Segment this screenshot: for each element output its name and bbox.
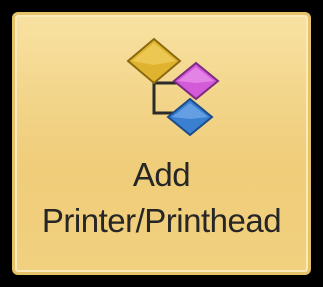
add-printer-printhead-button[interactable]: Add Printer/Printhead bbox=[12, 12, 311, 275]
button-label-line2: Printer/Printhead bbox=[41, 202, 282, 239]
add-printer-hierarchy-icon bbox=[126, 37, 220, 137]
blue-node-icon bbox=[166, 97, 214, 137]
yellow-node-icon bbox=[126, 37, 182, 85]
button-label-line1: Add bbox=[132, 156, 191, 193]
magenta-node-icon bbox=[172, 61, 220, 101]
screenshot-frame: Add Printer/Printhead bbox=[0, 0, 323, 287]
